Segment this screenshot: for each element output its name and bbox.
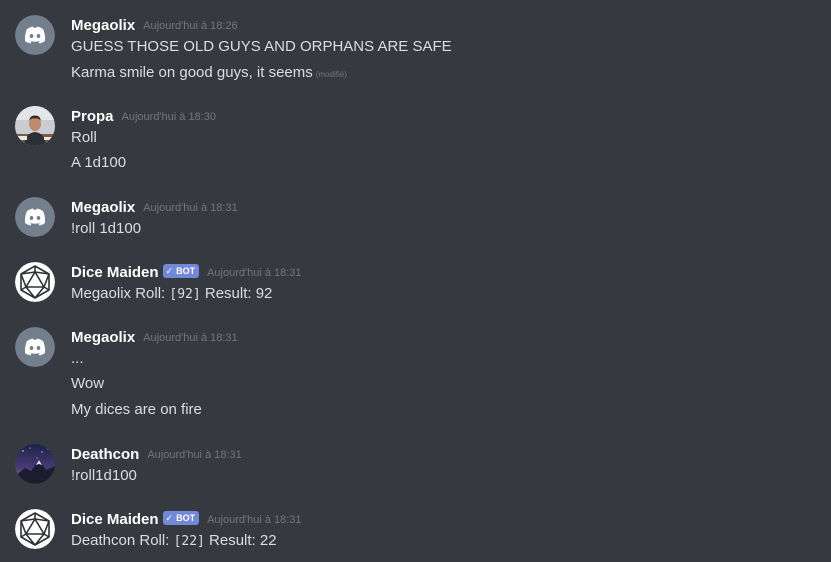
avatar[interactable] <box>15 197 55 237</box>
message-text: Karma smile on good guys, it seems (modif… <box>71 63 347 85</box>
username[interactable]: Megaolix <box>71 199 135 216</box>
bot-tag-label: BOT <box>176 266 196 276</box>
avatar[interactable] <box>15 15 55 55</box>
photo-avatar-icon <box>15 106 55 146</box>
discord-logo-icon <box>15 15 55 55</box>
bot-tag-label: BOT <box>176 513 196 523</box>
discord-logo-icon <box>15 327 55 367</box>
night-sky-icon <box>15 444 55 484</box>
username[interactable]: Megaolix <box>71 17 135 34</box>
username[interactable]: Deathcon <box>71 446 139 463</box>
timestamp: Aujourd'hui à 18:31 <box>207 514 302 526</box>
roll-result: Result: 22 <box>204 532 277 549</box>
message-text: Deathcon Roll: [22] Result: 22 <box>71 531 277 552</box>
message-header: Megaolix Aujourd'hui à 18:31 <box>71 197 238 217</box>
roll-code: [22] <box>173 534 205 549</box>
message-header: Megaolix Aujourd'hui à 18:26 <box>71 15 238 35</box>
roll-prefix: Deathcon Roll: <box>71 532 174 549</box>
bot-tag: ✓ BOT <box>162 511 200 525</box>
message-text: Roll <box>71 129 97 146</box>
d20-icon <box>15 509 55 549</box>
d20-icon <box>15 262 55 302</box>
message-text: A 1d100 <box>71 154 127 171</box>
avatar[interactable] <box>15 327 55 367</box>
username[interactable]: Propa <box>71 108 114 125</box>
timestamp: Aujourd'hui à 18:31 <box>143 202 238 214</box>
timestamp: Aujourd'hui à 18:26 <box>143 20 238 32</box>
message-text-content: Karma smile on good guys, it seems <box>71 64 313 81</box>
roll-prefix: Megaolix Roll: <box>71 285 170 302</box>
roll-code: [92] <box>169 287 201 302</box>
roll-result: Result: 92 <box>200 285 273 302</box>
message-header: Dice Maiden ✓ BOT Aujourd'hui à 18:31 <box>71 509 302 529</box>
timestamp: Aujourd'hui à 18:31 <box>147 449 242 461</box>
avatar[interactable] <box>15 444 55 484</box>
message-header: Dice Maiden ✓ BOT Aujourd'hui à 18:31 <box>71 262 302 282</box>
bot-tag: ✓ BOT <box>162 264 200 278</box>
message-text: !roll 1d100 <box>71 220 142 237</box>
message-header: Deathcon Aujourd'hui à 18:31 <box>71 444 242 464</box>
message-text: !roll1d100 <box>71 467 137 484</box>
message-text: Megaolix Roll: [92] Result: 92 <box>71 284 272 305</box>
avatar[interactable] <box>15 509 55 549</box>
avatar[interactable] <box>15 262 55 302</box>
message-header: Megaolix Aujourd'hui à 18:31 <box>71 327 238 347</box>
timestamp: Aujourd'hui à 18:31 <box>207 267 302 279</box>
timestamp: Aujourd'hui à 18:30 <box>121 111 216 123</box>
message-text: ... <box>71 350 84 367</box>
checkmark-icon: ✓ <box>165 265 174 276</box>
message-text: GUESS THOSE OLD GUYS AND ORPHANS ARE SAF… <box>71 38 452 55</box>
timestamp: Aujourd'hui à 18:31 <box>143 332 238 344</box>
message-text: Wow <box>71 375 105 392</box>
message-header: Propa Aujourd'hui à 18:30 <box>71 106 216 126</box>
edited-label: (modifié) <box>315 70 347 79</box>
username[interactable]: Dice Maiden <box>71 264 159 281</box>
username[interactable]: Megaolix <box>71 329 135 346</box>
discord-logo-icon <box>15 197 55 237</box>
checkmark-icon: ✓ <box>165 512 174 523</box>
username[interactable]: Dice Maiden <box>71 511 159 528</box>
avatar[interactable] <box>15 106 55 146</box>
message-text: My dices are on fire <box>71 401 202 418</box>
